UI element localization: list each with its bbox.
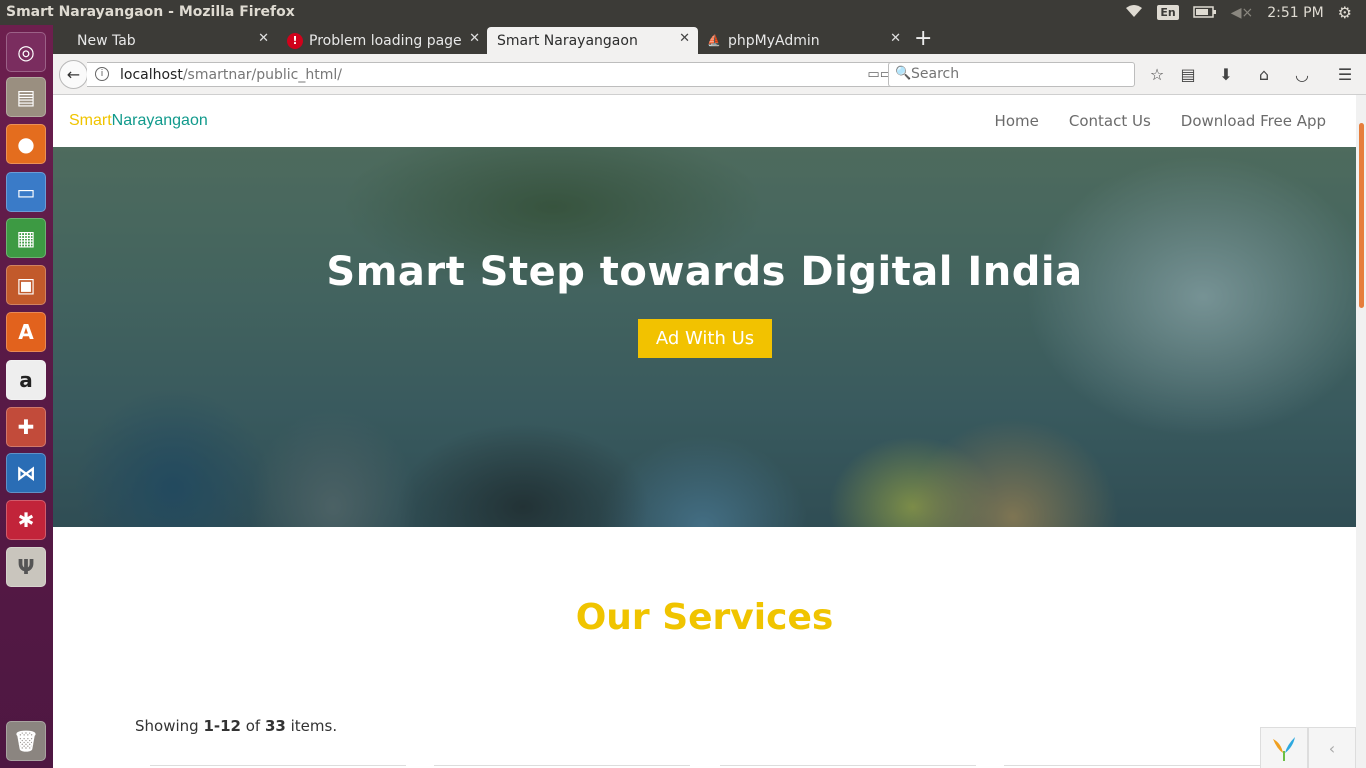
tab-label: phpMyAdmin xyxy=(728,32,820,49)
search-icon: 🔍 xyxy=(895,66,912,81)
site-info-icon[interactable]: i xyxy=(95,67,109,81)
battery-icon[interactable] xyxy=(1192,3,1217,22)
yii-debug-logo-icon[interactable] xyxy=(1260,727,1308,768)
tab-label: New Tab xyxy=(77,32,136,49)
phpmyadmin-icon: ⛵ xyxy=(707,34,721,47)
search-bar[interactable]: 🔍 xyxy=(888,62,1135,87)
web-page: SmartNarayangaon Home Contact Us Downloa… xyxy=(53,95,1356,768)
system-settings-icon[interactable]: ✚ xyxy=(6,407,46,447)
libreoffice-impress-icon[interactable]: ▣ xyxy=(6,265,46,305)
hero-title: Smart Step towards Digital India xyxy=(326,249,1083,295)
files-icon[interactable]: ▤ xyxy=(6,77,46,117)
search-input[interactable] xyxy=(911,66,1126,82)
url-bar[interactable]: i localhost/smartnar/public_html/ ▭▭ ↻ xyxy=(87,62,933,87)
wifi-icon[interactable] xyxy=(1125,3,1143,22)
bookmark-star-icon[interactable]: ☆ xyxy=(1147,65,1167,84)
brand-part-1: Smart xyxy=(69,112,112,129)
home-icon[interactable]: ⌂ xyxy=(1254,65,1274,84)
tab-new-tab[interactable]: New Tab ✕ xyxy=(53,27,277,54)
ad-with-us-button[interactable]: Ad With Us xyxy=(638,319,772,358)
url-path: /smartnar/public_html/ xyxy=(182,67,342,83)
brand-part-2: Narayangaon xyxy=(111,112,208,129)
tab-strip: New Tab ✕ ! Problem loading page ✕ Smart… xyxy=(53,25,1366,54)
tab-problem-loading[interactable]: ! Problem loading page ✕ xyxy=(278,27,488,54)
libreoffice-writer-icon[interactable]: ▭ xyxy=(6,172,46,212)
firefox-icon[interactable]: ● xyxy=(6,124,46,164)
summary-prefix: Showing xyxy=(135,717,204,735)
url-text[interactable]: localhost/smartnar/public_html/ xyxy=(120,67,342,83)
scrollbar-thumb[interactable] xyxy=(1359,123,1364,308)
settings-gear-icon[interactable]: ⚙ xyxy=(1338,3,1352,22)
summary-total: 33 xyxy=(264,717,286,735)
clock[interactable]: 2:51 PM xyxy=(1267,5,1323,21)
site-brand-logo[interactable]: SmartNarayangaon xyxy=(69,112,208,130)
tab-label: Smart Narayangaon xyxy=(497,32,638,49)
hero-banner: Smart Step towards Digital India Ad With… xyxy=(53,147,1356,527)
unity-launcher: ◎ ▤ ● ▭ ▦ ▣ A a ✚ ⋈ ✱ Ψ 🗑 xyxy=(0,25,53,768)
nav-contact-link[interactable]: Contact Us xyxy=(1069,112,1151,130)
visual-studio-code-icon[interactable]: ⋈ xyxy=(6,453,46,493)
summary-suffix: items. xyxy=(285,717,338,735)
remmina-icon[interactable]: ✱ xyxy=(6,500,46,540)
site-navbar: SmartNarayangaon Home Contact Us Downloa… xyxy=(53,95,1356,147)
nav-download-app-link[interactable]: Download Free App xyxy=(1181,112,1326,130)
ubuntu-dash-icon[interactable]: ◎ xyxy=(6,32,46,72)
back-arrow-icon[interactable]: ← xyxy=(59,60,88,89)
services-heading: Our Services xyxy=(575,597,834,638)
libreoffice-calc-icon[interactable]: ▦ xyxy=(6,218,46,258)
usb-drive-icon[interactable]: Ψ xyxy=(6,547,46,587)
software-center-icon[interactable]: A xyxy=(6,312,46,352)
error-icon: ! xyxy=(287,32,303,49)
keyboard-language-indicator[interactable]: En xyxy=(1157,5,1179,20)
close-tab-icon[interactable]: ✕ xyxy=(890,31,901,46)
trash-icon[interactable]: 🗑 xyxy=(6,721,46,761)
system-top-panel: Smart Narayangaon - Mozilla Firefox En ◀… xyxy=(0,0,1366,25)
reading-list-icon[interactable]: ▤ xyxy=(1178,65,1198,84)
page-scrollbar[interactable] xyxy=(1356,95,1366,768)
new-tab-plus-icon[interactable]: + xyxy=(914,27,932,51)
close-tab-icon[interactable]: ✕ xyxy=(258,31,269,46)
results-summary: Showing 1-12 of 33 items. xyxy=(135,717,337,735)
summary-middle: of xyxy=(240,717,265,735)
close-tab-icon[interactable]: ✕ xyxy=(469,31,480,46)
url-host: localhost xyxy=(120,67,183,83)
volume-muted-icon[interactable]: ◀× xyxy=(1231,5,1254,21)
window-title: Smart Narayangaon - Mozilla Firefox xyxy=(6,4,295,20)
tab-phpmyadmin[interactable]: ⛵ phpMyAdmin ✕ xyxy=(699,27,909,54)
hamburger-menu-icon[interactable]: ☰ xyxy=(1335,65,1355,84)
navigation-toolbar: ← i localhost/smartnar/public_html/ ▭▭ ↻… xyxy=(53,54,1366,95)
summary-range: 1-12 xyxy=(203,717,241,735)
pocket-icon[interactable]: ◡ xyxy=(1292,65,1312,84)
debug-toolbar-collapse-icon[interactable]: ‹ xyxy=(1308,727,1356,768)
downloads-icon[interactable]: ⬇ xyxy=(1216,65,1236,84)
nav-home-link[interactable]: Home xyxy=(995,112,1039,130)
tab-label: Problem loading page xyxy=(309,32,462,49)
close-tab-icon[interactable]: ✕ xyxy=(679,31,690,46)
site-menu: Home Contact Us Download Free App xyxy=(995,112,1356,130)
amazon-icon[interactable]: a xyxy=(6,360,46,400)
tab-smart-narayangaon[interactable]: Smart Narayangaon ✕ xyxy=(487,27,698,54)
system-tray: En ◀× 2:51 PM ⚙ xyxy=(1125,0,1366,25)
